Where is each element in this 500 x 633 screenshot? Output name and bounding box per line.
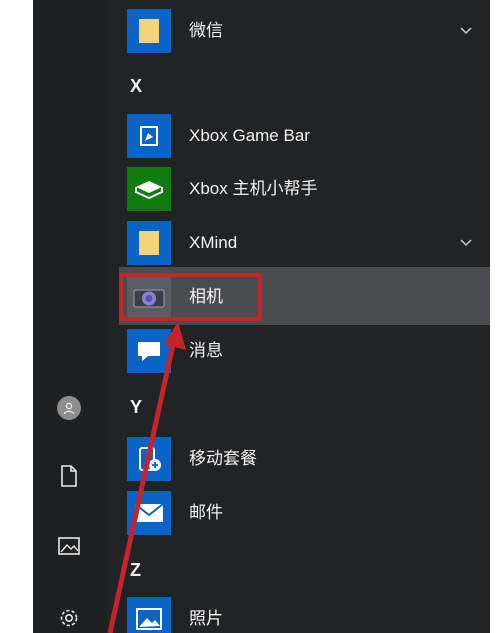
- annotation-arrow: [107, 322, 186, 633]
